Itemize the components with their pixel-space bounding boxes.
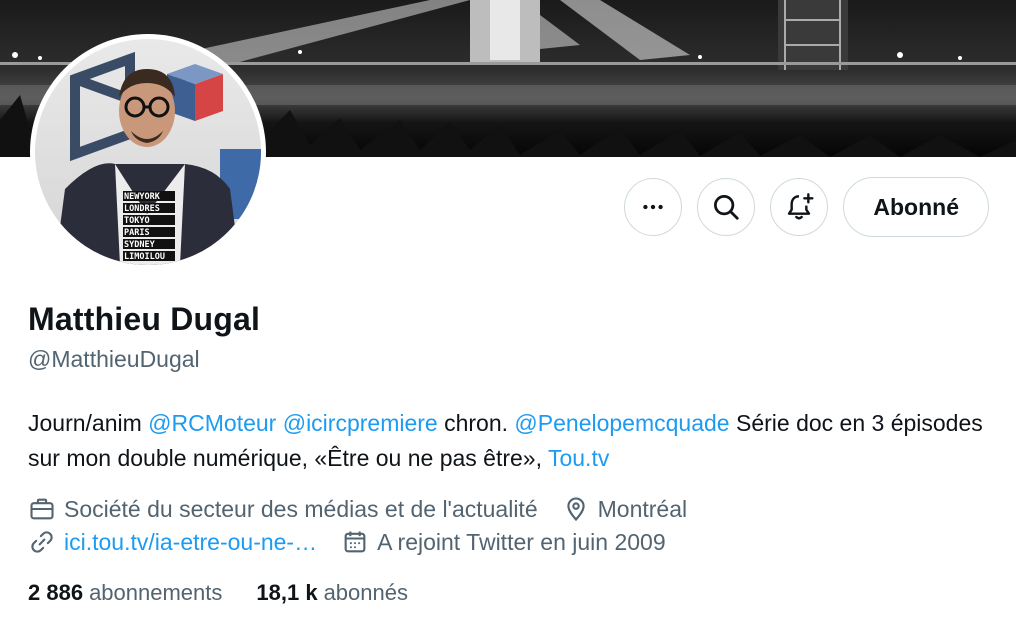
link-icon (31, 531, 53, 553)
shirt-text: LONDRES (124, 204, 160, 214)
mention-link[interactable]: @Penelopemcquade (514, 410, 729, 436)
website-link[interactable]: ici.tou.tv/ia-etre-ou-ne-… (64, 529, 317, 556)
bell-plus-icon (788, 193, 814, 220)
follow-counts: 2 886 abonnements 18,1 k abonnés (28, 580, 408, 606)
shirt-text: PARIS (124, 228, 150, 238)
briefcase-icon (30, 498, 54, 520)
bio-text: Journ/anim (28, 410, 149, 436)
mention-link[interactable]: @icircpremiere (283, 410, 438, 436)
calendar-icon (344, 531, 366, 553)
bio-text: chron. (437, 410, 515, 436)
shirt-text: SYDNEY (124, 240, 156, 250)
join-date: A rejoint Twitter en juin 2009 (341, 528, 666, 556)
avatar-photo: NEWYORK LONDRES TOKYO PARIS SYDNEY LIMOI… (35, 39, 261, 265)
following-button[interactable]: Abonné (843, 177, 989, 237)
more-horizontal-icon (643, 204, 664, 210)
shirt-text: NEWYORK (124, 192, 161, 202)
location: Montréal (562, 495, 687, 523)
profile-meta-row: ici.tou.tv/ia-etre-ou-ne-… A rejoint Twi… (28, 528, 666, 556)
user-handle: @MatthieuDugal (28, 346, 200, 372)
shirt-text: LIMOILOU (124, 252, 165, 262)
location-pin-icon (566, 497, 585, 522)
followers-count: 18,1 k (256, 580, 318, 605)
join-date-text: A rejoint Twitter en juin 2009 (377, 528, 666, 555)
bio-url-link[interactable]: Tou.tv (548, 445, 609, 471)
followers-count-link[interactable]: 18,1 k abonnés (256, 580, 408, 606)
followers-label: abonnés (323, 580, 408, 605)
display-name: Matthieu Dugal (28, 301, 261, 337)
professional-category: Société du secteur des médias et de l'ac… (28, 495, 538, 523)
category-text: Société du secteur des médias et de l'ac… (64, 495, 538, 522)
website: ici.tou.tv/ia-etre-ou-ne-… (28, 528, 317, 556)
profile-actions: Abonné (624, 177, 989, 237)
following-count: 2 886 (28, 580, 84, 605)
location-text: Montréal (597, 495, 688, 522)
shirt-text: TOKYO (124, 216, 150, 226)
following-count-link[interactable]: 2 886 abonnements (28, 580, 222, 606)
following-label: abonnements (89, 580, 223, 605)
more-button[interactable] (624, 178, 683, 236)
bio: Journ/anim @RCMoteur @icircpremiere chro… (28, 406, 998, 476)
profile-meta-row: Société du secteur des médias et de l'ac… (28, 495, 687, 523)
avatar[interactable]: NEWYORK LONDRES TOKYO PARIS SYDNEY LIMOI… (30, 34, 266, 270)
mention-link[interactable]: @RCMoteur (148, 410, 276, 436)
search-button[interactable] (697, 178, 756, 236)
notification-button[interactable] (770, 178, 829, 236)
search-icon (714, 195, 740, 220)
